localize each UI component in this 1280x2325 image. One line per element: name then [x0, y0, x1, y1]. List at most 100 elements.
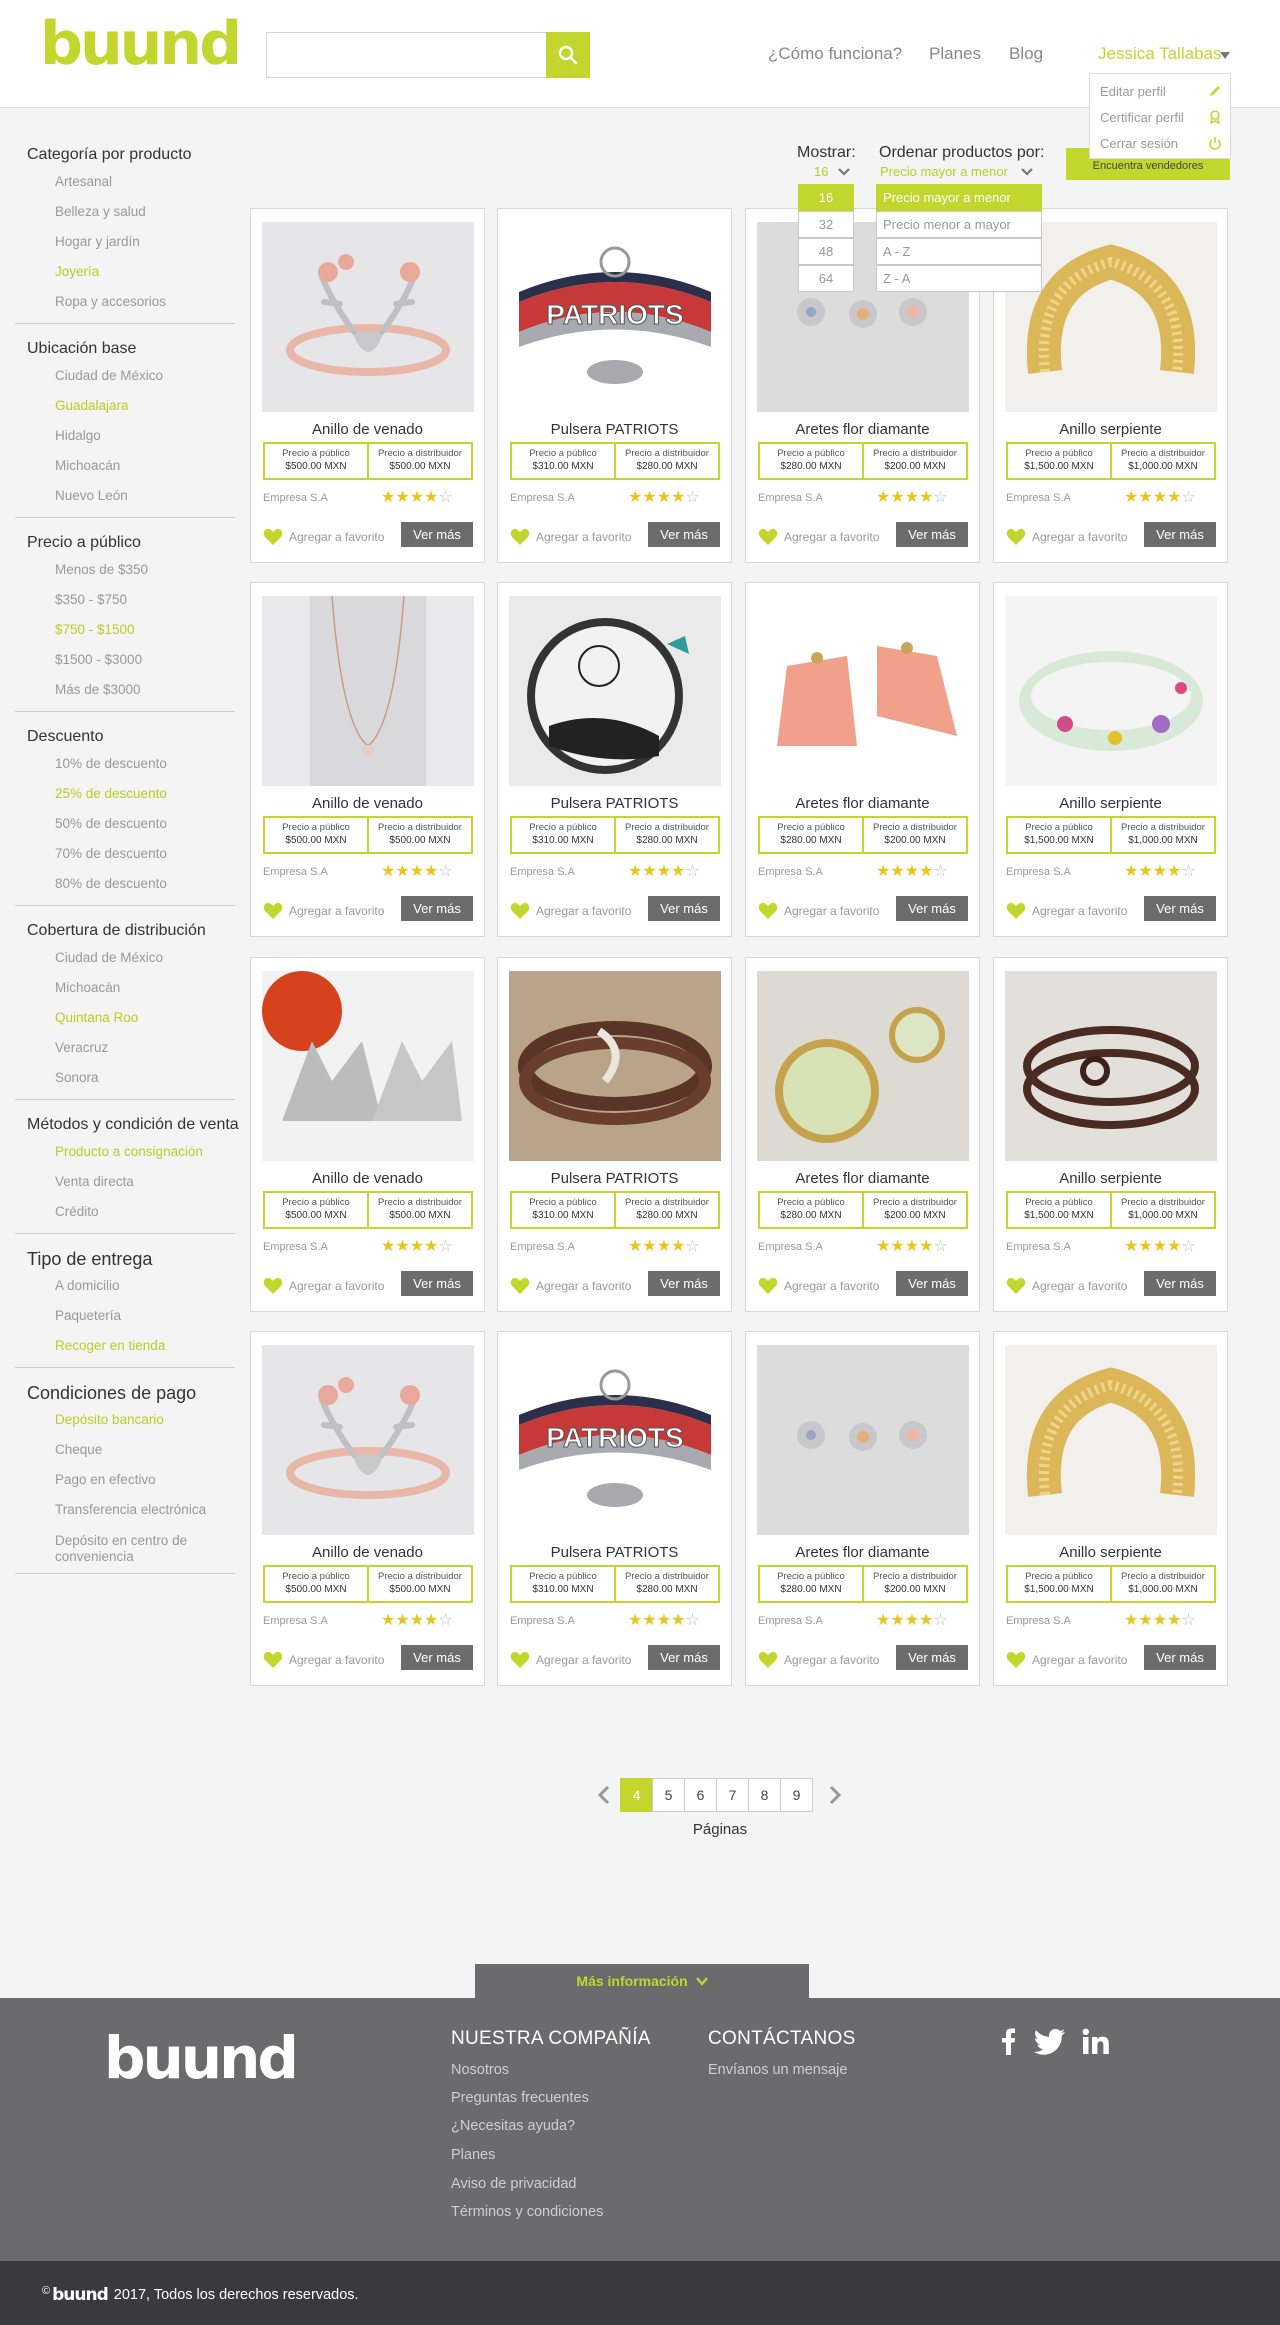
filter-option[interactable]: Hogar y jardín	[15, 227, 235, 257]
chevron-down-icon[interactable]	[838, 168, 850, 176]
product-card[interactable]: Pulsera PATRIOTS Precio a público $310.00 …	[497, 582, 732, 937]
product-title[interactable]: Aretes flor diamante	[746, 421, 979, 438]
company-name[interactable]: Empresa S.A	[758, 866, 823, 878]
product-card[interactable]: Aretes flor diamante Precio a público $280…	[745, 582, 980, 937]
facebook-icon[interactable]	[1000, 2028, 1018, 2056]
product-card[interactable]: PATRIOTS Pulsera PATRIOTS Precio a público…	[497, 1331, 732, 1686]
nav-how-it-works[interactable]: ¿Cómo funciona?	[768, 44, 902, 64]
product-image[interactable]	[509, 596, 721, 786]
next-page-icon[interactable]	[828, 1786, 842, 1804]
filter-option[interactable]: Transferencia electrónica	[15, 1495, 235, 1525]
sort-option[interactable]: Precio menor a mayor	[876, 211, 1042, 238]
favorite-button[interactable]: Agregar a favorito	[1006, 900, 1127, 922]
page-button[interactable]: 6	[684, 1778, 717, 1812]
footer-link-terms[interactable]: Términos y condiciones	[451, 2204, 603, 2220]
favorite-button[interactable]: Agregar a favorito	[263, 1649, 384, 1671]
show-option[interactable]: 48	[798, 238, 854, 265]
favorite-button[interactable]: Agregar a favorito	[510, 1649, 631, 1671]
filter-option[interactable]: Guadalajara	[15, 391, 235, 421]
user-menu-toggle[interactable]: Jessica Tallabas	[1098, 44, 1221, 64]
product-image[interactable]	[1005, 596, 1217, 786]
favorite-button[interactable]: Agregar a favorito	[758, 900, 879, 922]
product-image[interactable]	[757, 1345, 969, 1535]
product-title[interactable]: Pulsera PATRIOTS	[498, 1544, 731, 1561]
sort-option[interactable]: A - Z	[876, 238, 1042, 265]
filter-option[interactable]: Menos de $350	[15, 555, 235, 585]
filter-option[interactable]: Michoacán	[15, 973, 235, 1003]
filter-option[interactable]: Hidalgo	[15, 421, 235, 451]
favorite-button[interactable]: Agregar a favorito	[1006, 526, 1127, 548]
logout-link[interactable]: Cerrar sesión	[1100, 136, 1178, 151]
product-image[interactable]	[1005, 971, 1217, 1161]
see-more-button[interactable]: Ver más	[1144, 1645, 1216, 1670]
product-image[interactable]	[262, 222, 474, 412]
filter-option[interactable]: Quintana Roo	[15, 1003, 235, 1033]
product-title[interactable]: Pulsera PATRIOTS	[498, 421, 731, 438]
filter-option[interactable]: Belleza y salud	[15, 197, 235, 227]
page-button[interactable]: 4	[620, 1778, 653, 1812]
product-title[interactable]: Anillo serpiente	[994, 1170, 1227, 1187]
filter-option[interactable]: $1500 - $3000	[15, 645, 235, 675]
filter-option[interactable]: 70% de descuento	[15, 839, 235, 869]
prev-page-icon[interactable]	[597, 1786, 611, 1804]
filter-option[interactable]: $350 - $750	[15, 585, 235, 615]
filter-option[interactable]: Recoger en tienda	[15, 1331, 235, 1361]
see-more-button[interactable]: Ver más	[1144, 1271, 1216, 1296]
product-title[interactable]: Anillo serpiente	[994, 795, 1227, 812]
product-image[interactable]	[757, 971, 969, 1161]
product-title[interactable]: Aretes flor diamante	[746, 795, 979, 812]
company-name[interactable]: Empresa S.A	[1006, 1615, 1071, 1627]
company-name[interactable]: Empresa S.A	[263, 1615, 328, 1627]
see-more-button[interactable]: Ver más	[896, 896, 968, 921]
see-more-button[interactable]: Ver más	[1144, 896, 1216, 921]
search-button[interactable]	[546, 32, 590, 78]
page-button[interactable]: 5	[652, 1778, 685, 1812]
product-card[interactable]: Anillo de venado Precio a público $500.00 …	[250, 208, 485, 563]
product-card[interactable]: Anillo serpiente Precio a público $1,500.0…	[993, 582, 1228, 937]
filter-option[interactable]: Depósito bancario	[15, 1405, 235, 1435]
product-title[interactable]: Aretes flor diamante	[746, 1544, 979, 1561]
favorite-button[interactable]: Agregar a favorito	[263, 526, 384, 548]
filter-option[interactable]: Paquetería	[15, 1301, 235, 1331]
product-card[interactable]: Aretes flor diamante Precio a público $280…	[745, 1331, 980, 1686]
favorite-button[interactable]: Agregar a favorito	[510, 900, 631, 922]
product-card[interactable]: Pulsera PATRIOTS Precio a público $310.00 …	[497, 957, 732, 1312]
product-image[interactable]	[262, 971, 474, 1161]
filter-option[interactable]: Producto a consignación	[15, 1137, 235, 1167]
product-title[interactable]: Pulsera PATRIOTS	[498, 795, 731, 812]
company-name[interactable]: Empresa S.A	[758, 1241, 823, 1253]
filter-option[interactable]: Sonora	[15, 1063, 235, 1093]
company-name[interactable]: Empresa S.A	[263, 1241, 328, 1253]
chevron-down-icon[interactable]	[1021, 168, 1033, 176]
sort-option[interactable]: Precio mayor a menor	[876, 184, 1042, 211]
favorite-button[interactable]: Agregar a favorito	[758, 526, 879, 548]
filter-option[interactable]: Cheque	[15, 1435, 235, 1465]
filter-option[interactable]: Joyería	[15, 257, 235, 287]
product-image[interactable]	[262, 596, 474, 786]
filter-option[interactable]: Venta directa	[15, 1167, 235, 1197]
favorite-button[interactable]: Agregar a favorito	[758, 1649, 879, 1671]
see-more-button[interactable]: Ver más	[648, 522, 720, 547]
product-image[interactable]: PATRIOTS	[509, 1345, 721, 1535]
product-card[interactable]: Anillo de venado Precio a público $500.00 …	[250, 1331, 485, 1686]
product-image[interactable]	[262, 1345, 474, 1535]
footer-link-help[interactable]: ¿Necesitas ayuda?	[451, 2118, 575, 2134]
product-card[interactable]: Aretes flor diamante Precio a público $280…	[745, 957, 980, 1312]
footer-link-privacy[interactable]: Aviso de privacidad	[451, 2176, 576, 2192]
product-title[interactable]: Pulsera PATRIOTS	[498, 1170, 731, 1187]
nav-blog[interactable]: Blog	[1009, 44, 1043, 64]
sort-option[interactable]: Z - A	[876, 265, 1042, 292]
see-more-button[interactable]: Ver más	[896, 1645, 968, 1670]
favorite-button[interactable]: Agregar a favorito	[1006, 1275, 1127, 1297]
filter-option[interactable]: Ciudad de México	[15, 943, 235, 973]
product-title[interactable]: Anillo de venado	[251, 795, 484, 812]
company-name[interactable]: Empresa S.A	[758, 492, 823, 504]
footer-link-faq[interactable]: Preguntas frecuentes	[451, 2090, 589, 2106]
show-select[interactable]: 16	[814, 164, 828, 179]
filter-option[interactable]: Nuevo León	[15, 481, 235, 511]
see-more-button[interactable]: Ver más	[648, 896, 720, 921]
see-more-button[interactable]: Ver más	[896, 1271, 968, 1296]
footer-logo[interactable]: buund	[104, 2028, 299, 2088]
product-title[interactable]: Anillo de venado	[251, 1544, 484, 1561]
product-title[interactable]: Anillo serpiente	[994, 1544, 1227, 1561]
